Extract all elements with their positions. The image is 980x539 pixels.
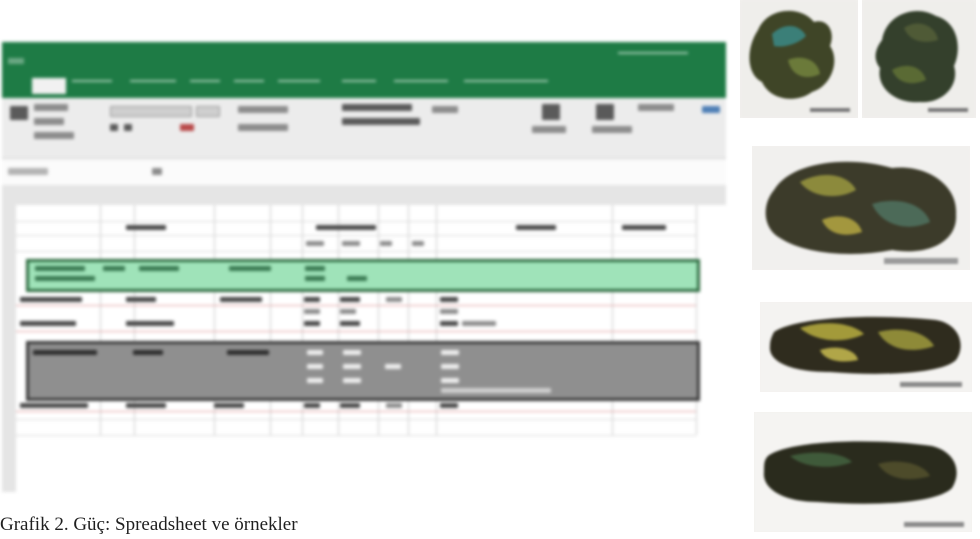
specimen-photo-3 <box>752 146 970 270</box>
indent-buttons[interactable] <box>238 124 288 131</box>
header-cell <box>316 225 376 230</box>
autosum-icon[interactable] <box>702 106 720 113</box>
tab-insert[interactable] <box>72 80 112 94</box>
header-cell <box>516 225 556 230</box>
cut-button[interactable] <box>34 104 68 111</box>
bold-button[interactable] <box>110 124 118 131</box>
rock-image <box>760 302 972 392</box>
italic-button[interactable] <box>124 124 132 131</box>
format-painter-button[interactable] <box>34 132 74 139</box>
specimen-photo-1 <box>740 0 858 118</box>
tab-tell-me[interactable] <box>464 80 548 94</box>
header-cell <box>342 241 360 246</box>
copy-button[interactable] <box>34 118 64 125</box>
merge-center-button[interactable] <box>342 118 420 125</box>
ribbon-toolbar <box>2 98 726 159</box>
font-name-select[interactable] <box>110 106 192 117</box>
tab-view[interactable] <box>342 80 376 94</box>
tab-data[interactable] <box>234 80 264 94</box>
rock-image <box>740 0 858 118</box>
header-cell <box>306 241 324 246</box>
insert-cells-button[interactable] <box>638 104 674 111</box>
table-row <box>20 403 88 408</box>
row-headers <box>2 205 17 492</box>
paste-icon[interactable] <box>10 106 28 120</box>
tab-developer[interactable] <box>394 80 448 94</box>
excel-ribbon <box>2 42 726 98</box>
cell-grid[interactable] <box>16 205 726 492</box>
spreadsheet-screenshot <box>0 28 735 508</box>
rock-image <box>862 0 976 118</box>
header-cell <box>412 241 424 246</box>
rock-image <box>752 146 970 270</box>
wrap-text-button[interactable] <box>342 104 412 111</box>
app-icon <box>8 58 24 64</box>
conditional-format-icon[interactable] <box>542 104 560 120</box>
formula-bar[interactable] <box>2 159 726 186</box>
rock-image <box>754 412 972 532</box>
header-cell <box>126 225 166 230</box>
cell-styles-icon[interactable] <box>596 104 614 120</box>
highlight-gray <box>26 341 700 401</box>
table-row <box>20 297 82 302</box>
font-color-button[interactable] <box>180 124 194 131</box>
header-cell <box>622 225 666 230</box>
window-title <box>618 52 688 66</box>
font-size-select[interactable] <box>196 106 220 117</box>
header-cell <box>380 241 392 246</box>
format-as-table-label[interactable] <box>532 126 566 133</box>
column-headers <box>2 185 726 206</box>
tab-page-layout[interactable] <box>130 80 176 94</box>
number-format-select[interactable] <box>432 106 458 113</box>
excel-window <box>2 42 726 492</box>
figure-caption: Grafik 2. Güç: Spreadsheet ve örnekler <box>0 514 298 535</box>
specimen-photo-4 <box>760 302 972 392</box>
specimen-photo-2 <box>862 0 976 118</box>
table-row <box>20 321 76 326</box>
tab-review[interactable] <box>278 80 320 94</box>
cell-styles-label[interactable] <box>592 126 632 133</box>
highlight-green <box>26 259 700 292</box>
specimen-photo-5 <box>754 412 972 532</box>
tab-home[interactable] <box>32 78 66 94</box>
tab-formulas[interactable] <box>190 80 220 94</box>
fx-icon <box>152 168 162 175</box>
name-box[interactable] <box>8 168 48 175</box>
align-buttons[interactable] <box>238 106 288 113</box>
